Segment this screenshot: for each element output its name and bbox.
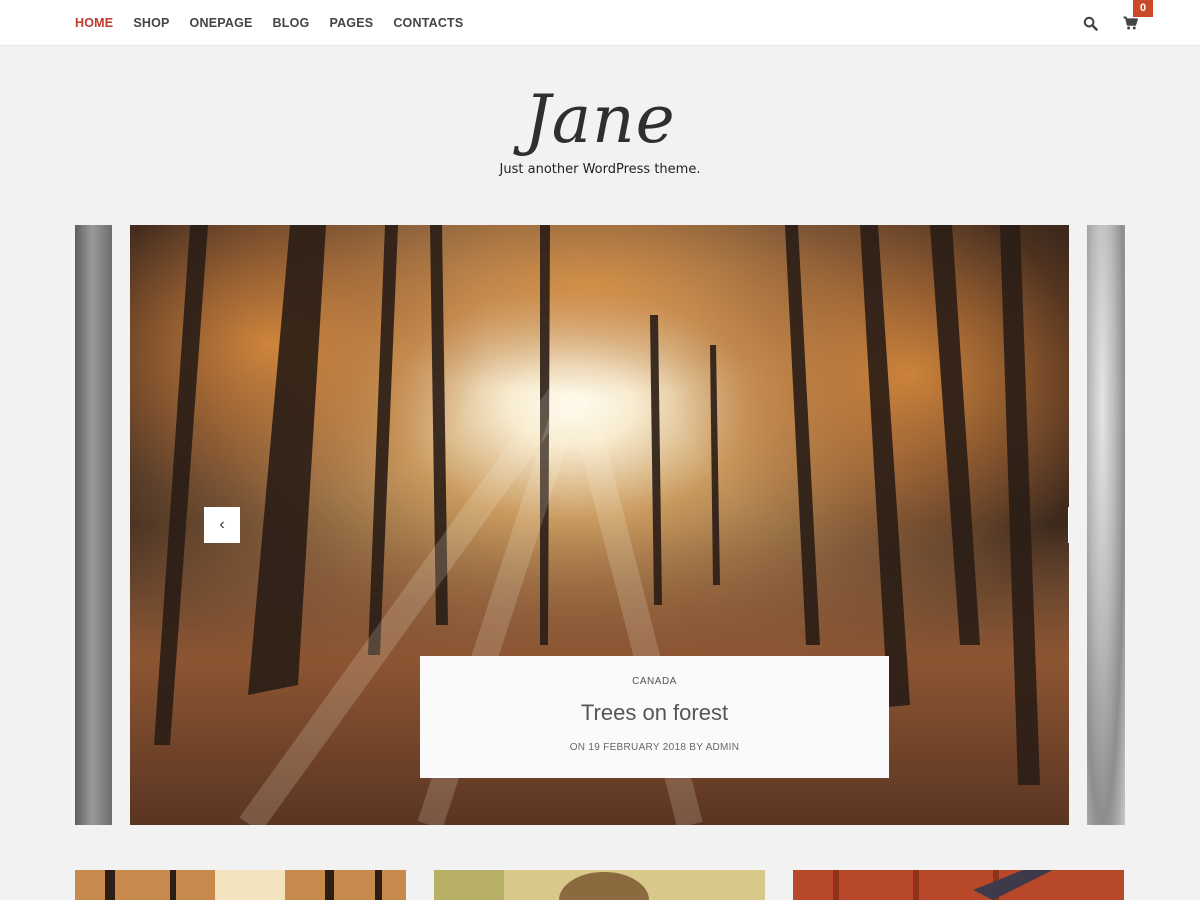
post-thumbnail-image xyxy=(793,870,1124,900)
menu-item-home[interactable]: HOME xyxy=(75,16,113,30)
previous-slide-preview[interactable] xyxy=(75,225,112,825)
main-menu: HOME SHOP ONEPAGE BLOG PAGES CONTACTS xyxy=(75,0,483,46)
active-slide[interactable]: ‹ › CANADA Trees on forest ON 19 FEBRUAR… xyxy=(130,225,1069,825)
featured-slider: ‹ › CANADA Trees on forest ON 19 FEBRUAR… xyxy=(75,225,1125,825)
slider-prev-button[interactable]: ‹ xyxy=(204,507,240,543)
slide-caption: CANADA Trees on forest ON 19 FEBRUARY 20… xyxy=(420,656,889,778)
slide-meta: ON 19 FEBRUARY 2018 BY ADMIN xyxy=(569,742,740,753)
search-icon xyxy=(1083,16,1098,31)
slider-next-button[interactable]: › xyxy=(1068,507,1069,543)
menu-item-contacts[interactable]: CONTACTS xyxy=(393,16,463,30)
menu-item-pages[interactable]: PAGES xyxy=(329,16,373,30)
site-branding: Jane Just another WordPress theme. xyxy=(0,82,1200,178)
next-slide-preview[interactable] xyxy=(1087,225,1125,825)
slide-title[interactable]: Trees on forest xyxy=(420,700,889,726)
post-thumbnail[interactable] xyxy=(793,870,1124,900)
cart-button[interactable]: 0 xyxy=(1120,0,1153,33)
cart-count-badge: 0 xyxy=(1133,0,1153,17)
menu-item-onepage[interactable]: ONEPAGE xyxy=(190,16,253,30)
menu-item-blog[interactable]: BLOG xyxy=(273,16,310,30)
top-bar: HOME SHOP ONEPAGE BLOG PAGES CONTACTS 0 xyxy=(0,0,1200,46)
header-tools: 0 xyxy=(1080,0,1153,46)
search-button[interactable] xyxy=(1080,13,1100,33)
site-tagline: Just another WordPress theme. xyxy=(499,162,701,177)
post-thumbnail-image xyxy=(75,870,406,900)
post-thumbnail-image xyxy=(434,870,765,900)
menu-item-shop[interactable]: SHOP xyxy=(133,16,169,30)
slide-category[interactable]: CANADA xyxy=(420,676,889,687)
site-title[interactable]: Jane xyxy=(0,82,1200,158)
post-thumbnail[interactable] xyxy=(75,870,406,900)
post-thumbnail[interactable] xyxy=(434,870,765,900)
cart-icon xyxy=(1123,16,1138,30)
